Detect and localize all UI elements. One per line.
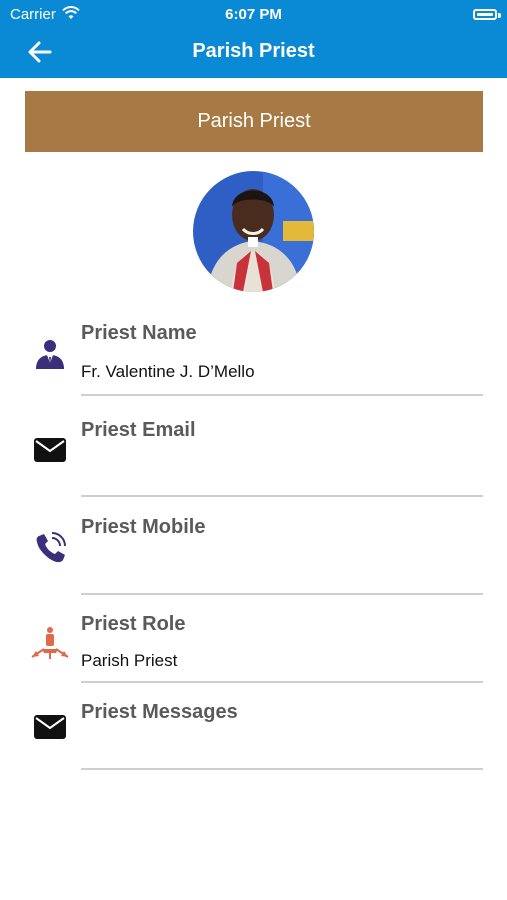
divider bbox=[81, 593, 483, 595]
section-banner: Parish Priest bbox=[25, 91, 483, 152]
divider bbox=[81, 681, 483, 683]
battery-tip bbox=[498, 13, 501, 18]
app-header: Carrier 6:07 PM Parish Priest bbox=[0, 0, 507, 78]
role-icon bbox=[31, 627, 69, 659]
page-title: Parish Priest bbox=[192, 40, 315, 62]
status-time: 6:07 PM bbox=[225, 6, 282, 23]
phone-icon bbox=[36, 532, 66, 563]
priest-name-label: Priest Name bbox=[81, 322, 197, 344]
priest-role-value: Parish Priest bbox=[81, 651, 178, 670]
envelope-icon bbox=[34, 438, 66, 462]
priest-role-label: Priest Role bbox=[81, 613, 186, 635]
banner-title: Parish Priest bbox=[197, 110, 311, 132]
divider bbox=[81, 768, 483, 770]
priest-avatar bbox=[193, 171, 314, 292]
envelope-icon bbox=[34, 715, 66, 739]
priest-name-value: Fr. Valentine J. D’Mello bbox=[81, 362, 255, 381]
priest-email-label: Priest Email bbox=[81, 419, 196, 441]
person-icon bbox=[36, 340, 64, 369]
divider bbox=[81, 495, 483, 497]
battery-icon bbox=[473, 9, 497, 20]
priest-messages-label: Priest Messages bbox=[81, 701, 238, 723]
divider bbox=[81, 394, 483, 396]
status-bar: Carrier 6:07 PM bbox=[0, 4, 507, 24]
avatar-photo bbox=[193, 171, 314, 292]
priest-mobile-label: Priest Mobile bbox=[81, 516, 206, 538]
